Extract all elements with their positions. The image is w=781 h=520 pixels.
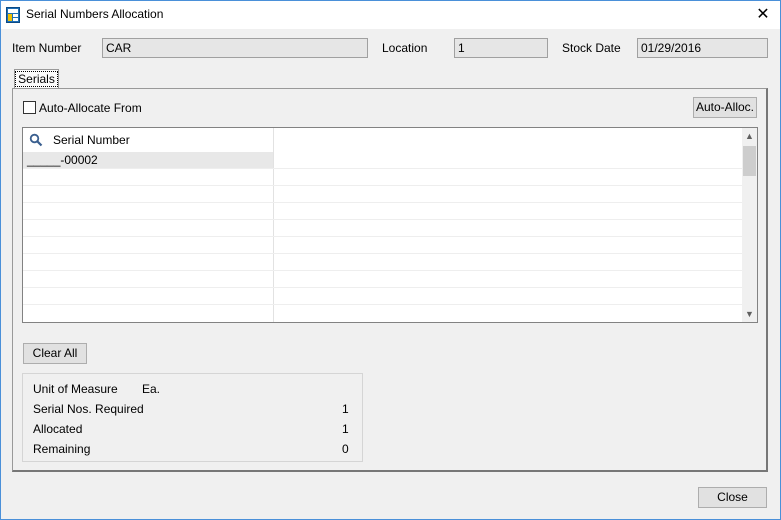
table-row[interactable]: [23, 203, 742, 220]
serial-cell[interactable]: [23, 203, 273, 219]
stock-date-label: Stock Date: [562, 41, 621, 55]
serial-cell[interactable]: [23, 254, 273, 270]
summary-box: Unit of Measure Ea. Serial Nos. Required…: [22, 373, 363, 462]
search-icon[interactable]: [29, 133, 43, 147]
serial-cell[interactable]: [23, 186, 273, 202]
serial-cell[interactable]: [23, 220, 273, 236]
scroll-down-icon[interactable]: ▼: [742, 306, 757, 322]
dialog-window: Serial Numbers Allocation ✕ Item Number …: [0, 0, 781, 520]
location-field: 1: [454, 38, 548, 58]
serial-number-column-header[interactable]: Serial Number: [53, 133, 130, 147]
serial-cell[interactable]: [23, 271, 273, 287]
scroll-thumb[interactable]: [743, 146, 756, 176]
window-title: Serial Numbers Allocation: [26, 7, 164, 21]
unit-of-measure-value: Ea.: [142, 382, 161, 396]
app-icon: [6, 7, 20, 23]
allocated-value: 1: [342, 422, 349, 436]
table-row[interactable]: [23, 220, 742, 237]
serial-cell[interactable]: [23, 288, 273, 304]
table-row[interactable]: _____-00002: [23, 152, 742, 169]
required-value: 1: [342, 402, 349, 416]
serial-cell[interactable]: _____-00002: [23, 152, 273, 168]
auto-alloc-button[interactable]: Auto-Alloc.: [693, 97, 757, 118]
auto-allocate-label: Auto-Allocate From: [39, 101, 142, 115]
item-number-field: CAR: [102, 38, 368, 58]
serials-grid[interactable]: Serial Number _____-00002 ▲ ▼: [22, 127, 758, 323]
grid-header: Serial Number: [23, 128, 742, 152]
auto-allocate-checkbox[interactable]: [23, 101, 36, 114]
grid-scrollbar[interactable]: ▲ ▼: [742, 128, 757, 322]
remaining-label: Remaining: [33, 442, 91, 456]
serial-cell[interactable]: [23, 169, 273, 185]
serial-cell[interactable]: [23, 237, 273, 253]
allocated-label: Allocated: [33, 422, 83, 436]
item-number-label: Item Number: [12, 41, 82, 55]
remaining-value: 0: [342, 442, 349, 456]
table-row[interactable]: [23, 237, 742, 254]
table-row[interactable]: [23, 288, 742, 305]
close-icon[interactable]: ✕: [749, 4, 777, 26]
table-row[interactable]: [23, 169, 742, 186]
location-label: Location: [382, 41, 428, 55]
title-bar: Serial Numbers Allocation ✕: [1, 1, 780, 29]
clear-all-button[interactable]: Clear All: [23, 343, 87, 364]
tab-serials-label: Serials: [15, 71, 58, 87]
table-row[interactable]: [23, 186, 742, 203]
unit-of-measure-label: Unit of Measure: [33, 382, 118, 396]
required-label: Serial Nos. Required: [33, 402, 144, 416]
stock-date-field: 01/29/2016: [637, 38, 768, 58]
scroll-up-icon[interactable]: ▲: [742, 128, 757, 144]
tab-serials[interactable]: Serials: [14, 69, 59, 89]
table-row[interactable]: [23, 254, 742, 271]
close-button[interactable]: Close: [698, 487, 767, 508]
table-row[interactable]: [23, 271, 742, 288]
